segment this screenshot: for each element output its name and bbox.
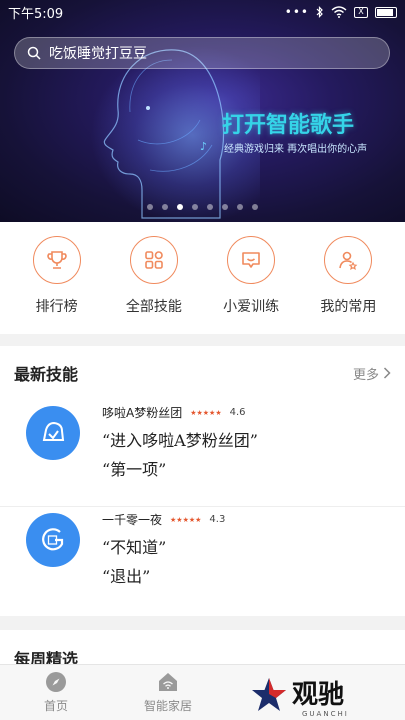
shortcut-leaderboard[interactable]: 排行榜 bbox=[17, 236, 97, 334]
chat-bubble-icon bbox=[242, 252, 260, 268]
nav-smart-home[interactable]: 智能家居 bbox=[112, 665, 224, 720]
skill-phrase: “不知道” bbox=[102, 538, 167, 557]
watermark-logo: 观驰 GUANCHI bbox=[250, 672, 400, 718]
pager-dot[interactable] bbox=[252, 204, 258, 210]
skill-name: 一千零一夜 bbox=[102, 513, 163, 527]
pager-dot[interactable] bbox=[192, 204, 198, 210]
pager-dot[interactable] bbox=[207, 204, 213, 210]
status-time: 下午5:09 bbox=[8, 6, 64, 22]
banner-subtitle: 经典游戏归来 再次唱出你的心声 bbox=[224, 144, 368, 155]
sim-icon: X bbox=[354, 6, 368, 18]
chevron-right-icon bbox=[383, 367, 391, 379]
latest-skills-section: 最新技能 更多 哆啦A梦粉丝团 ★★★★★ 4.6 “进入哆啦A梦粉丝团” “第… bbox=[0, 346, 405, 616]
compass-icon bbox=[46, 672, 66, 692]
watermark-subtext: GUANCHI bbox=[302, 710, 349, 718]
star-logo-icon bbox=[252, 678, 286, 711]
pager-dot[interactable] bbox=[222, 204, 228, 210]
shortcut-my-frequent[interactable]: 我的常用 bbox=[308, 236, 388, 334]
grid-icon bbox=[145, 251, 163, 269]
bluetooth-icon bbox=[316, 6, 323, 18]
banner-pager bbox=[0, 204, 405, 210]
pager-dot[interactable] bbox=[147, 204, 153, 210]
skill-rating: 4.3 bbox=[209, 514, 226, 525]
skill-phrase: “退出” bbox=[102, 567, 151, 586]
skill-phrase: “进入哆啦A梦粉丝团” bbox=[102, 431, 258, 450]
music-note-icon: ♪ bbox=[200, 140, 208, 153]
banner[interactable]: 下午5:09 ••• X 吃饭睡觉打豆豆 ♪ 打开智能歌手 经典游戏归来 再次唱… bbox=[0, 0, 405, 222]
wifi-icon bbox=[331, 6, 347, 18]
battery-icon bbox=[375, 6, 397, 18]
app-screen: 下午5:09 ••• X 吃饭睡觉打豆豆 ♪ 打开智能歌手 经典游戏归来 再次唱… bbox=[0, 0, 405, 720]
book-icon bbox=[42, 528, 64, 551]
skill-item[interactable]: 一千零一夜 ★★★★★ 4.3 “不知道” “退出” bbox=[0, 506, 405, 612]
shortcut-grid: 排行榜 全部技能 小爱训练 我的常用 bbox=[0, 222, 405, 334]
section-title: 最新技能 bbox=[14, 365, 79, 384]
shortcut-training[interactable]: 小爱训练 bbox=[211, 236, 291, 334]
bell-icon bbox=[42, 421, 65, 441]
search-bar[interactable]: 吃饭睡觉打豆豆 bbox=[14, 37, 390, 69]
trophy-icon bbox=[46, 251, 67, 269]
user-star-icon bbox=[339, 251, 358, 270]
skill-rating: 4.6 bbox=[229, 407, 246, 418]
home-wifi-icon bbox=[159, 673, 177, 691]
skill-name: 哆啦A梦粉丝团 bbox=[102, 406, 183, 420]
search-icon bbox=[27, 46, 41, 60]
pager-dot-active[interactable] bbox=[177, 204, 183, 210]
more-dots-icon: ••• bbox=[284, 5, 309, 19]
banner-title: 打开智能歌手 bbox=[222, 113, 355, 138]
skill-item[interactable]: 哆啦A梦粉丝团 ★★★★★ 4.6 “进入哆啦A梦粉丝团” “第一项” bbox=[0, 400, 405, 506]
shortcut-all-skills[interactable]: 全部技能 bbox=[114, 236, 194, 334]
watermark-text: 观驰 bbox=[292, 680, 345, 710]
pager-dot[interactable] bbox=[237, 204, 243, 210]
nav-home[interactable]: 首页 bbox=[0, 665, 112, 720]
more-link[interactable]: 更多 bbox=[353, 364, 391, 383]
search-placeholder: 吃饭睡觉打豆豆 bbox=[49, 46, 147, 62]
rating-stars: ★★★★★ bbox=[170, 515, 202, 524]
skill-phrase: “第一项” bbox=[102, 460, 167, 479]
rating-stars: ★★★★★ bbox=[190, 408, 222, 417]
status-bar: 下午5:09 ••• X bbox=[0, 0, 405, 24]
pager-dot[interactable] bbox=[162, 204, 168, 210]
